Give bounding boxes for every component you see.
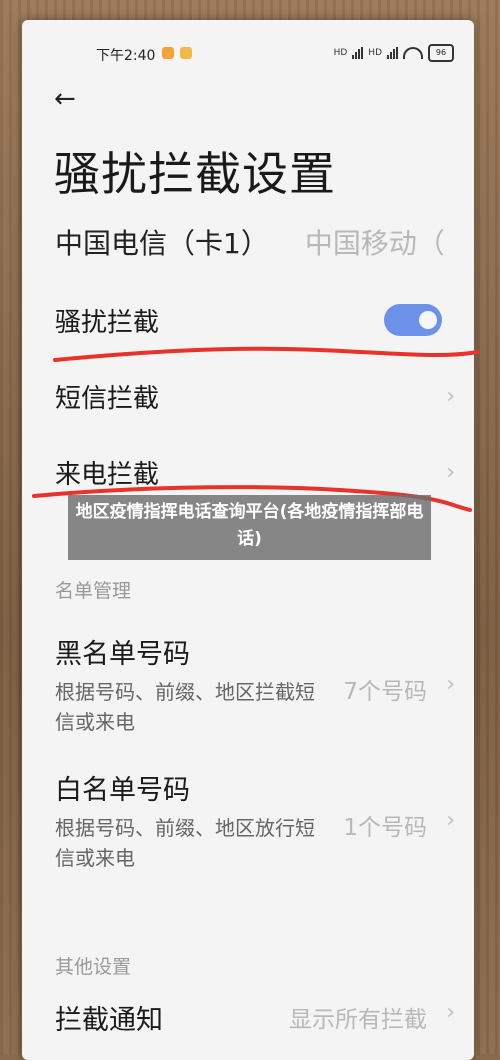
notification-app-icon xyxy=(162,47,174,59)
overlay-caption-banner: 地区疫情指挥电话查询平台(各地疫情指挥部电话) xyxy=(68,495,431,560)
whitelist-row[interactable]: 白名单号码 根据号码、前缀、地区放行短信或来电 1个号码 › xyxy=(55,768,455,888)
chevron-right-icon: › xyxy=(446,1000,455,1025)
call-block-label: 来电拦截 xyxy=(55,460,160,490)
chevron-right-icon: › xyxy=(446,808,455,833)
chevron-right-icon: › xyxy=(446,672,455,697)
notification-app-icon xyxy=(180,47,192,59)
battery-icon: 96 xyxy=(428,44,454,62)
sim-tabs: 中国电信（卡1） 中国移动（ xyxy=(55,222,445,262)
blacklist-title: 黑名单号码 xyxy=(55,639,190,670)
notify-value: 显示所有拦截 xyxy=(289,1007,427,1033)
blacklist-row[interactable]: 黑名单号码 根据号码、前缀、地区拦截短信或来电 7个号码 › xyxy=(55,632,455,752)
harass-block-label: 骚扰拦截 xyxy=(55,308,160,338)
sim2-hd-label: HD xyxy=(368,48,382,58)
blacklist-desc: 根据号码、前缀、地区拦截短信或来电 xyxy=(55,680,315,734)
tab-sim2[interactable]: 中国移动（ xyxy=(305,227,445,260)
whitelist-desc: 根据号码、前缀、地区放行短信或来电 xyxy=(55,816,315,870)
section-header-other: 其他设置 xyxy=(55,956,132,978)
section-header-list: 名单管理 xyxy=(55,580,132,602)
signal-icon xyxy=(387,47,398,59)
chevron-right-icon: › xyxy=(446,460,455,485)
sms-block-row[interactable]: 短信拦截 › xyxy=(55,378,455,415)
whitelist-count: 1个号码 xyxy=(343,815,427,841)
status-bar: 下午2:40 HD HD 96 xyxy=(22,20,474,80)
whitelist-title: 白名单号码 xyxy=(55,775,190,806)
call-block-row[interactable]: 来电拦截 › xyxy=(55,454,455,491)
toggle-knob xyxy=(419,311,437,329)
back-arrow-icon[interactable]: ← xyxy=(54,84,76,114)
signal-icon xyxy=(352,47,364,59)
sms-block-label: 短信拦截 xyxy=(55,384,160,414)
tab-sim1[interactable]: 中国电信（卡1） xyxy=(55,227,269,260)
harass-block-toggle[interactable] xyxy=(384,304,442,336)
page-title: 骚扰拦截设置 xyxy=(54,147,336,201)
chevron-right-icon: › xyxy=(446,384,455,409)
status-icons: HD HD 96 xyxy=(334,44,454,62)
status-time: 下午2:40 xyxy=(96,48,156,64)
blacklist-count: 7个号码 xyxy=(343,679,427,705)
notify-row[interactable]: 拦截通知 显示所有拦截 › xyxy=(55,998,455,1037)
sim1-hd-label: HD xyxy=(333,48,348,58)
wifi-icon xyxy=(403,47,423,59)
